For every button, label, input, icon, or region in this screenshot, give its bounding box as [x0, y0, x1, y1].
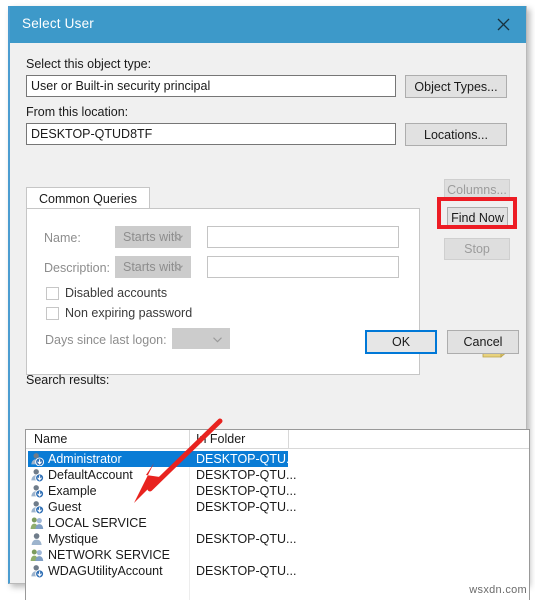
search-results-label: Search results:	[26, 373, 110, 387]
disabled-accounts-label: Disabled accounts	[65, 286, 168, 300]
search-results-list[interactable]: Name In Folder Administrator DESKTOP-QTU.…	[25, 429, 530, 600]
object-types-button[interactable]: Object Types...	[405, 75, 507, 98]
select-user-dialog: Select User Select this object type: Use…	[8, 6, 530, 600]
object-type-label: Select this object type:	[26, 57, 152, 71]
row-in-folder: DESKTOP-QTU...	[196, 564, 297, 578]
ok-button[interactable]: OK	[365, 330, 437, 354]
table-row[interactable]: LOCAL SERVICE	[26, 515, 529, 531]
row-name: WDAGUtilityAccount	[48, 564, 163, 578]
row-in-folder: DESKTOP-QTU...	[196, 468, 297, 482]
row-name: DefaultAccount	[48, 468, 133, 482]
row-name: NETWORK SERVICE	[48, 548, 171, 562]
row-in-folder: DESKTOP-QTU...	[196, 484, 297, 498]
dialog-body: Select this object type: User or Built-i…	[10, 43, 530, 600]
table-row[interactable]: Administrator DESKTOP-QTU...	[26, 451, 529, 467]
name-label: Name:	[44, 231, 81, 245]
non-expiring-password-label: Non expiring password	[65, 306, 193, 320]
tab-common-queries[interactable]: Common Queries	[26, 187, 150, 209]
cancel-button[interactable]: Cancel	[447, 330, 519, 354]
chevron-down-icon	[213, 332, 222, 346]
table-row[interactable]: NETWORK SERVICE	[26, 547, 529, 563]
location-input[interactable]: DESKTOP-QTUD8TF	[26, 123, 396, 145]
table-row[interactable]: Guest DESKTOP-QTU...	[26, 499, 529, 515]
name-value-input[interactable]	[207, 226, 399, 248]
row-in-folder: DESKTOP-QTU...	[196, 500, 297, 514]
name-operator-select[interactable]: Starts with	[115, 226, 191, 248]
description-operator-select[interactable]: Starts with	[115, 256, 191, 278]
table-row[interactable]: Example DESKTOP-QTU...	[26, 483, 529, 499]
chevron-down-icon	[174, 230, 183, 244]
user-icon	[30, 532, 44, 546]
description-value-input[interactable]	[207, 256, 399, 278]
disabled-accounts-checkbox[interactable]	[46, 287, 59, 300]
user-account-icon	[30, 484, 45, 499]
days-since-last-logon-select[interactable]	[172, 328, 230, 349]
location-label: From this location:	[26, 105, 129, 119]
locations-button[interactable]: Locations...	[405, 123, 507, 146]
watermark: wsxdn.com	[469, 584, 527, 596]
name-operator-value: Starts with	[123, 230, 182, 244]
stop-button[interactable]: Stop	[444, 238, 510, 260]
row-in-folder: DESKTOP-QTU...	[196, 452, 297, 466]
user-account-icon	[30, 452, 45, 467]
title-bar: Select User	[10, 6, 526, 43]
days-since-last-logon-label: Days since last logon:	[45, 333, 167, 347]
columns-button[interactable]: Columns...	[444, 179, 510, 201]
description-operator-value: Starts with	[123, 260, 182, 274]
row-name: Mystique	[48, 532, 99, 546]
non-expiring-password-checkbox[interactable]	[46, 307, 59, 320]
row-name: Administrator	[48, 452, 122, 466]
screenshot-root: Select User Select this object type: Use…	[0, 0, 535, 600]
row-in-folder: DESKTOP-QTU...	[196, 532, 297, 546]
column-header-in-folder[interactable]: In Folder	[196, 432, 245, 446]
column-divider[interactable]	[288, 430, 289, 449]
chevron-down-icon	[174, 260, 183, 274]
column-divider[interactable]	[189, 430, 190, 449]
find-now-button[interactable]: Find Now	[447, 207, 508, 229]
list-header: Name In Folder	[26, 430, 529, 449]
row-name: Example	[48, 484, 97, 498]
table-row[interactable]: WDAGUtilityAccount DESKTOP-QTU...	[26, 563, 529, 579]
close-icon[interactable]	[480, 6, 526, 43]
user-account-icon	[30, 564, 45, 579]
column-header-name[interactable]: Name	[34, 432, 67, 446]
row-name: LOCAL SERVICE	[48, 516, 147, 530]
service-group-icon	[30, 516, 44, 530]
user-account-icon	[30, 468, 45, 483]
object-type-input[interactable]: User or Built-in security principal	[26, 75, 396, 97]
common-queries-panel: Name: Starts with Description: Starts wi…	[26, 208, 420, 375]
description-label: Description:	[44, 261, 110, 275]
table-row[interactable]: DefaultAccount DESKTOP-QTU...	[26, 467, 529, 483]
window-title: Select User	[22, 16, 94, 31]
tabstrip: Common Queries	[26, 187, 420, 209]
row-name: Guest	[48, 500, 82, 514]
table-row[interactable]: Mystique DESKTOP-QTU...	[26, 531, 529, 547]
user-account-icon	[30, 500, 45, 515]
service-group-icon	[30, 548, 44, 562]
